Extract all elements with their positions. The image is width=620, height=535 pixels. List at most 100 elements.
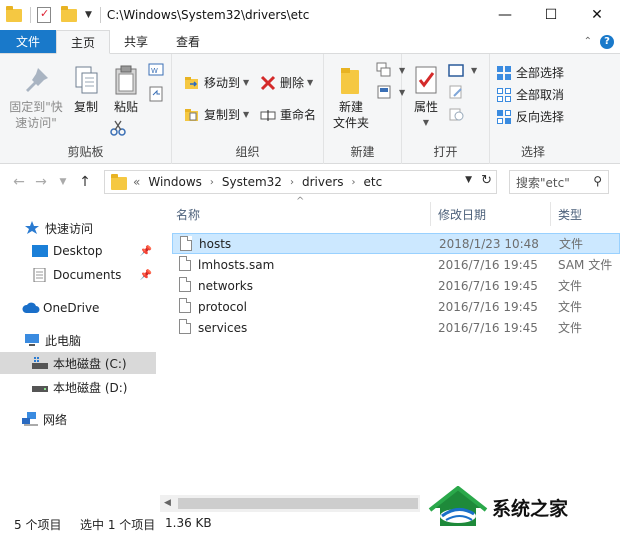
edit-button[interactable]	[448, 84, 468, 100]
file-row-hosts[interactable]: hosts 2018/1/23 10:48 文件	[172, 233, 620, 254]
chevron-down-icon: ▼	[307, 78, 314, 87]
refresh-icon[interactable]: ↻	[481, 173, 492, 188]
chevron-right-icon[interactable]: ›	[352, 177, 356, 188]
properties-label: 属性	[413, 100, 438, 114]
search-icon[interactable]: ⚲	[593, 174, 602, 188]
watermark-text: 系统之家	[492, 498, 569, 520]
column-header-type[interactable]: 类型	[558, 202, 582, 226]
file-row-networks[interactable]: networks 2016/7/16 19:45 文件	[172, 275, 620, 296]
divider	[99, 7, 101, 23]
new-item-button[interactable]: ▼	[376, 62, 405, 78]
select-none-button[interactable]: 全部取消	[496, 86, 564, 103]
navigation-pane: 快速访问 Desktop 📌 Documents 📌 OneDrive 此电脑 …	[0, 200, 158, 510]
file-row-protocol[interactable]: protocol 2016/7/16 19:45 文件	[172, 296, 620, 317]
tab-view[interactable]: 查看	[162, 30, 214, 53]
chevron-down-icon[interactable]: ▼	[85, 10, 92, 20]
address-chevron-down-icon[interactable]: ▼	[465, 175, 472, 185]
easy-access-button[interactable]: ▼	[376, 84, 405, 100]
file-type: 文件	[558, 279, 583, 293]
pin-quick-access-label: 固定到"快 速访问"	[9, 100, 63, 130]
drive-c-icon	[32, 356, 48, 370]
help-icon[interactable]: ?	[600, 34, 614, 49]
minimize-button[interactable]: —	[482, 0, 528, 30]
breadcrumb-drivers[interactable]: drivers	[302, 175, 344, 189]
clipboard-icon	[110, 64, 142, 96]
cut-placeholder-icon[interactable]: W	[148, 62, 168, 78]
new-group-label: 新建	[350, 145, 375, 159]
move-to-button[interactable]: 移动到 ▼	[184, 74, 249, 91]
paste-label: 粘贴	[113, 100, 138, 114]
paste-button[interactable]: 粘贴	[106, 64, 146, 115]
new-folder-icon	[335, 64, 367, 96]
history-button[interactable]	[448, 106, 468, 122]
maximize-button[interactable]: ☐	[528, 0, 574, 30]
new-folder-icon[interactable]	[61, 6, 77, 23]
new-folder-button[interactable]: 新建 文件夹	[328, 64, 374, 131]
house-logo-icon	[428, 484, 488, 530]
file-row-lmhosts[interactable]: lmhosts.sam 2016/7/16 19:45 SAM 文件	[172, 254, 620, 275]
svg-text:W: W	[151, 67, 158, 75]
breadcrumb-overflow[interactable]: «	[133, 175, 140, 189]
file-icon	[179, 319, 191, 334]
pin-icon	[20, 64, 52, 96]
status-selected-size: 1.36 KB	[165, 516, 212, 530]
column-header-date[interactable]: 修改日期	[438, 202, 486, 226]
nav-this-pc[interactable]: 此电脑	[0, 329, 158, 351]
nav-drive-c[interactable]: 本地磁盘 (C:)	[0, 352, 156, 374]
nav-drive-d[interactable]: 本地磁盘 (D:)	[0, 376, 158, 398]
address-row: ← → ▼ ↑ « Windows › System32 › drivers ›…	[0, 166, 620, 198]
column-header-name[interactable]: 名称	[176, 202, 200, 226]
paste-shortcut-button[interactable]	[148, 86, 168, 102]
documents-icon	[32, 267, 48, 283]
file-row-services[interactable]: services 2016/7/16 19:45 文件	[172, 317, 620, 338]
delete-button[interactable]: 删除 ▼	[260, 74, 313, 91]
organize-group-label: 组织	[235, 145, 260, 159]
nav-quick-access[interactable]: 快速访问	[0, 217, 158, 239]
invert-selection-button[interactable]: 反向选择	[496, 108, 564, 125]
nav-desktop-label: Desktop	[53, 244, 103, 258]
column-divider[interactable]	[430, 202, 431, 226]
recent-chevron-down-icon[interactable]: ▼	[52, 177, 74, 187]
nav-this-pc-label: 此电脑	[45, 333, 82, 348]
up-arrow-icon[interactable]: ↑	[74, 174, 96, 190]
chevron-right-icon[interactable]: ›	[290, 177, 294, 188]
pin-icon[interactable]: 📌	[140, 246, 152, 257]
forward-arrow-icon[interactable]: →	[30, 174, 52, 190]
open-button[interactable]: ▼	[448, 62, 477, 78]
nav-network[interactable]: 网络	[0, 408, 158, 430]
cut-button[interactable]	[110, 120, 130, 136]
collapse-ribbon-icon[interactable]: ⌃	[584, 36, 592, 47]
breadcrumb-etc[interactable]: etc	[364, 175, 383, 189]
easy-access-icon	[376, 84, 392, 100]
breadcrumb-system32[interactable]: System32	[222, 175, 282, 189]
delete-label: 删除	[280, 76, 305, 90]
copy-to-button[interactable]: 复制到 ▼	[184, 106, 249, 123]
pin-quick-access-button[interactable]: 固定到"快 速访问"	[4, 64, 68, 131]
nav-desktop[interactable]: Desktop 📌	[0, 240, 158, 262]
rename-button[interactable]: 重命名	[260, 106, 316, 123]
back-arrow-icon[interactable]: ←	[8, 174, 30, 190]
breadcrumb-windows[interactable]: Windows	[148, 175, 202, 189]
file-date: 2018/1/23 10:48	[439, 236, 539, 251]
tab-file[interactable]: 文件	[0, 30, 57, 53]
properties-button[interactable]: 属性 ▼	[408, 64, 444, 131]
nav-onedrive[interactable]: OneDrive	[0, 297, 158, 319]
chevron-right-icon[interactable]: ›	[210, 177, 214, 188]
pin-icon[interactable]: 📌	[140, 270, 152, 281]
close-button[interactable]: ✕	[574, 0, 620, 30]
properties-icon[interactable]	[37, 7, 53, 23]
copy-button[interactable]: 复制	[66, 64, 106, 115]
nav-documents-label: Documents	[53, 268, 122, 282]
nav-documents[interactable]: Documents 📌	[0, 264, 158, 286]
select-all-button[interactable]: 全部选择	[496, 64, 564, 81]
select-all-label: 全部选择	[516, 66, 565, 80]
scrollbar-thumb[interactable]	[178, 498, 418, 509]
search-input[interactable]: 搜索"etc" ⚲	[509, 170, 609, 194]
address-bar[interactable]: « Windows › System32 › drivers › etc ▼ ↻	[104, 170, 497, 194]
scroll-left-icon[interactable]: ◀	[164, 498, 171, 508]
paste-shortcut-icon	[148, 86, 164, 102]
tab-home[interactable]: 主页	[56, 30, 111, 54]
history-icon	[448, 106, 464, 122]
tab-share[interactable]: 共享	[110, 30, 162, 53]
column-divider[interactable]	[550, 202, 551, 226]
